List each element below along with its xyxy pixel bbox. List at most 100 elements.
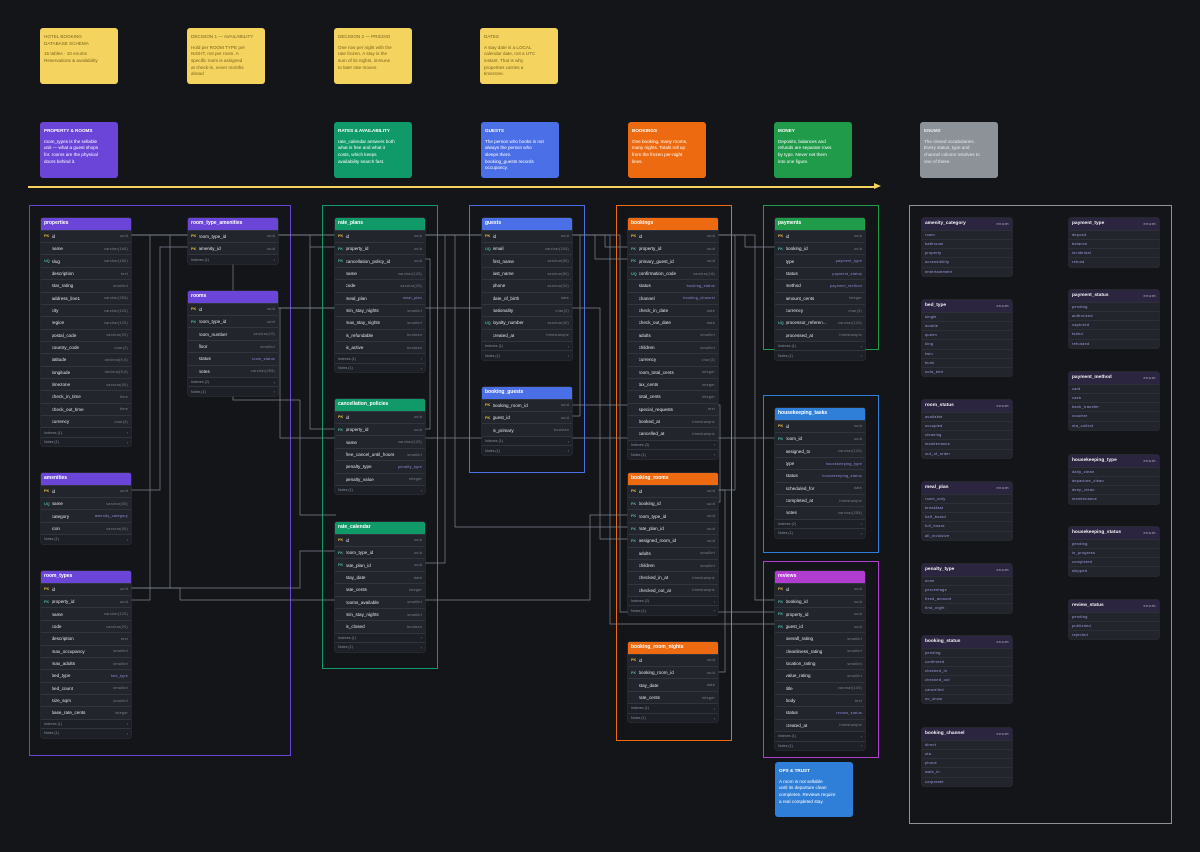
column-row[interactable]: notes varchar(255) <box>775 506 865 518</box>
column-row[interactable]: PK id uuid <box>628 484 718 497</box>
table-footer[interactable]: Notes (1) › <box>628 605 718 616</box>
enum-amenity-category[interactable]: amenity_category enum room bathroom property… <box>922 218 1012 276</box>
column-row[interactable]: body text <box>775 693 865 706</box>
chevron-right-icon[interactable]: › <box>274 380 275 385</box>
column-row[interactable]: name varchar(120) <box>335 266 425 279</box>
table-footer[interactable]: Notes (1) › <box>775 350 865 361</box>
column-row[interactable]: timezone varchar(40) <box>41 377 131 390</box>
table-footer[interactable]: Indexes (1) › <box>482 435 572 446</box>
column-row[interactable]: is_refundable boolean <box>335 328 425 341</box>
chevron-right-icon[interactable]: › <box>714 599 715 604</box>
column-row[interactable]: rate_cents integer <box>628 690 718 703</box>
table-title[interactable]: guests <box>482 218 572 230</box>
column-row[interactable]: PK guest_id uuid <box>482 411 572 423</box>
chevron-right-icon[interactable]: › <box>421 356 422 361</box>
column-row[interactable]: longitude decimal(9,6) <box>41 365 131 378</box>
column-row[interactable]: region varchar(120) <box>41 316 131 328</box>
column-row[interactable]: penalty_value integer <box>335 472 425 485</box>
column-row[interactable]: FK cancellation_policy_id uuid <box>335 254 425 266</box>
enum-header[interactable]: payment_type enum <box>1069 218 1159 230</box>
column-row[interactable]: phone varchar(32) <box>482 279 572 291</box>
table-properties[interactable]: properties PK id uuid name varchar(160) UQ slug… <box>41 218 131 447</box>
table-title[interactable]: cancellation_policies <box>335 399 425 411</box>
table-payments[interactable]: payments PK id uuid FK booking_id uuid type paym… <box>775 218 865 361</box>
enum-header[interactable]: payment_method enum <box>1069 372 1159 384</box>
enum-review-status[interactable]: review_status enum pending published rejecte… <box>1069 600 1159 640</box>
table-title[interactable]: rate_plans <box>335 218 425 230</box>
column-row[interactable]: PK id uuid <box>335 229 425 242</box>
table-title[interactable]: booking_rooms <box>628 473 718 485</box>
table-guests[interactable]: guests PK id uuid UQ email varchar(255) first_n… <box>482 218 572 361</box>
column-row[interactable]: scheduled_for date <box>775 481 865 494</box>
column-row[interactable]: size_sqm smallint <box>41 693 131 706</box>
column-row[interactable]: processed_at timestamptz <box>775 328 865 341</box>
table-title[interactable]: booking_room_nights <box>628 642 718 654</box>
enum-meal-plan[interactable]: meal_plan enum room_only breakfast half_boar… <box>922 482 1012 540</box>
column-row[interactable]: stay_date date <box>335 570 425 583</box>
column-row[interactable]: type payment_type <box>775 254 865 266</box>
table-footer[interactable]: Indexes (1) › <box>188 254 278 265</box>
column-row[interactable]: amount_cents integer <box>775 291 865 304</box>
column-row[interactable]: PK id uuid <box>41 582 131 595</box>
enum-bed-type[interactable]: bed_type enum single double queen king twin bun… <box>922 300 1012 377</box>
column-row[interactable]: FK booking_room_id uuid <box>628 666 718 678</box>
column-row[interactable]: PK id uuid <box>335 533 425 546</box>
column-row[interactable]: children smallint <box>628 340 718 353</box>
column-row[interactable]: value_rating smallint <box>775 669 865 681</box>
table-booking-guests[interactable]: booking_guests PK booking_room_id uuid PK gue… <box>482 387 572 456</box>
chevron-right-icon[interactable]: › <box>714 608 715 613</box>
table-footer[interactable]: Indexes (1) › <box>41 427 131 437</box>
column-row[interactable]: min_stay_nights smallint <box>335 303 425 316</box>
column-row[interactable]: FK property_id uuid <box>335 423 425 435</box>
column-row[interactable]: check_in_date date <box>628 303 718 316</box>
column-row[interactable]: FK property_id uuid <box>775 607 865 619</box>
enum-header[interactable]: booking_status enum <box>922 636 1012 648</box>
column-row[interactable]: total_cents integer <box>628 390 718 402</box>
column-row[interactable]: check_out_time time <box>41 402 131 415</box>
column-row[interactable]: check_out_date date <box>628 316 718 328</box>
enum-housekeeping-status[interactable]: housekeeping_status enum pending in_progres… <box>1069 527 1159 576</box>
enum-header[interactable]: payment_status enum <box>1069 290 1159 302</box>
column-row[interactable]: FK property_id uuid <box>628 242 718 254</box>
column-row[interactable]: status payment_status <box>775 266 865 279</box>
table-bookings[interactable]: bookings PK id uuid FK property_id uuid FK prima… <box>628 218 718 459</box>
column-row[interactable]: date_of_birth date <box>482 291 572 304</box>
chevron-right-icon[interactable]: › <box>861 344 862 349</box>
chevron-right-icon[interactable]: › <box>568 344 569 349</box>
enum-room-status[interactable]: room_status enum available occupied cleaning… <box>922 400 1012 458</box>
column-row[interactable]: max_occupancy smallint <box>41 644 131 657</box>
column-row[interactable]: room_total_cents integer <box>628 365 718 378</box>
column-row[interactable]: floor smallint <box>188 339 278 352</box>
column-row[interactable]: stay_date date <box>628 678 718 690</box>
table-rooms[interactable]: rooms PK id uuid FK room_type_id uuid room_numb… <box>188 291 278 397</box>
chevron-right-icon[interactable]: › <box>861 531 862 536</box>
column-row[interactable]: nationality char(2) <box>482 303 572 316</box>
column-row[interactable]: adults smallint <box>628 546 718 559</box>
chevron-right-icon[interactable]: › <box>861 734 862 739</box>
enum-header[interactable]: housekeeping_status enum <box>1069 527 1159 539</box>
column-row[interactable]: checked_out_at timestamptz <box>628 583 718 596</box>
column-row[interactable]: name varchar(120) <box>41 607 131 619</box>
column-row[interactable]: first_name varchar(80) <box>482 254 572 266</box>
enum-housekeeping-type[interactable]: housekeeping_type enum daily_clean departur… <box>1069 455 1159 504</box>
column-row[interactable]: FK property_id uuid <box>335 242 425 254</box>
table-rate-calendar[interactable]: rate_calendar PK id uuid FK room_type_id uuid F… <box>335 522 425 652</box>
column-row[interactable]: FK guest_id uuid <box>775 619 865 632</box>
table-reviews[interactable]: reviews PK id uuid FK booking_id uuid FK propert… <box>775 571 865 751</box>
column-row[interactable]: FK rate_plan_id uuid <box>335 558 425 570</box>
column-row[interactable]: method payment_method <box>775 279 865 291</box>
table-footer[interactable]: Indexes (2) › <box>188 376 278 387</box>
column-row[interactable]: address_line1 varchar(255) <box>41 291 131 304</box>
table-booking-rooms[interactable]: booking_rooms PK id uuid FK booking_id uuid FK r… <box>628 473 718 616</box>
column-row[interactable]: rate_cents integer <box>335 583 425 595</box>
column-row[interactable]: type housekeeping_type <box>775 456 865 469</box>
column-row[interactable]: currency char(3) <box>628 353 718 365</box>
table-footer[interactable]: Indexes (1) › <box>628 703 718 713</box>
column-row[interactable]: completed_at timestamptz <box>775 493 865 506</box>
table-footer[interactable]: Indexes (1) › <box>482 340 572 351</box>
column-row[interactable]: PK id uuid <box>628 229 718 242</box>
column-row[interactable]: status review_status <box>775 706 865 718</box>
column-row[interactable]: description text <box>41 266 131 279</box>
column-row[interactable]: is_active boolean <box>335 340 425 353</box>
chevron-right-icon[interactable]: › <box>568 439 569 444</box>
